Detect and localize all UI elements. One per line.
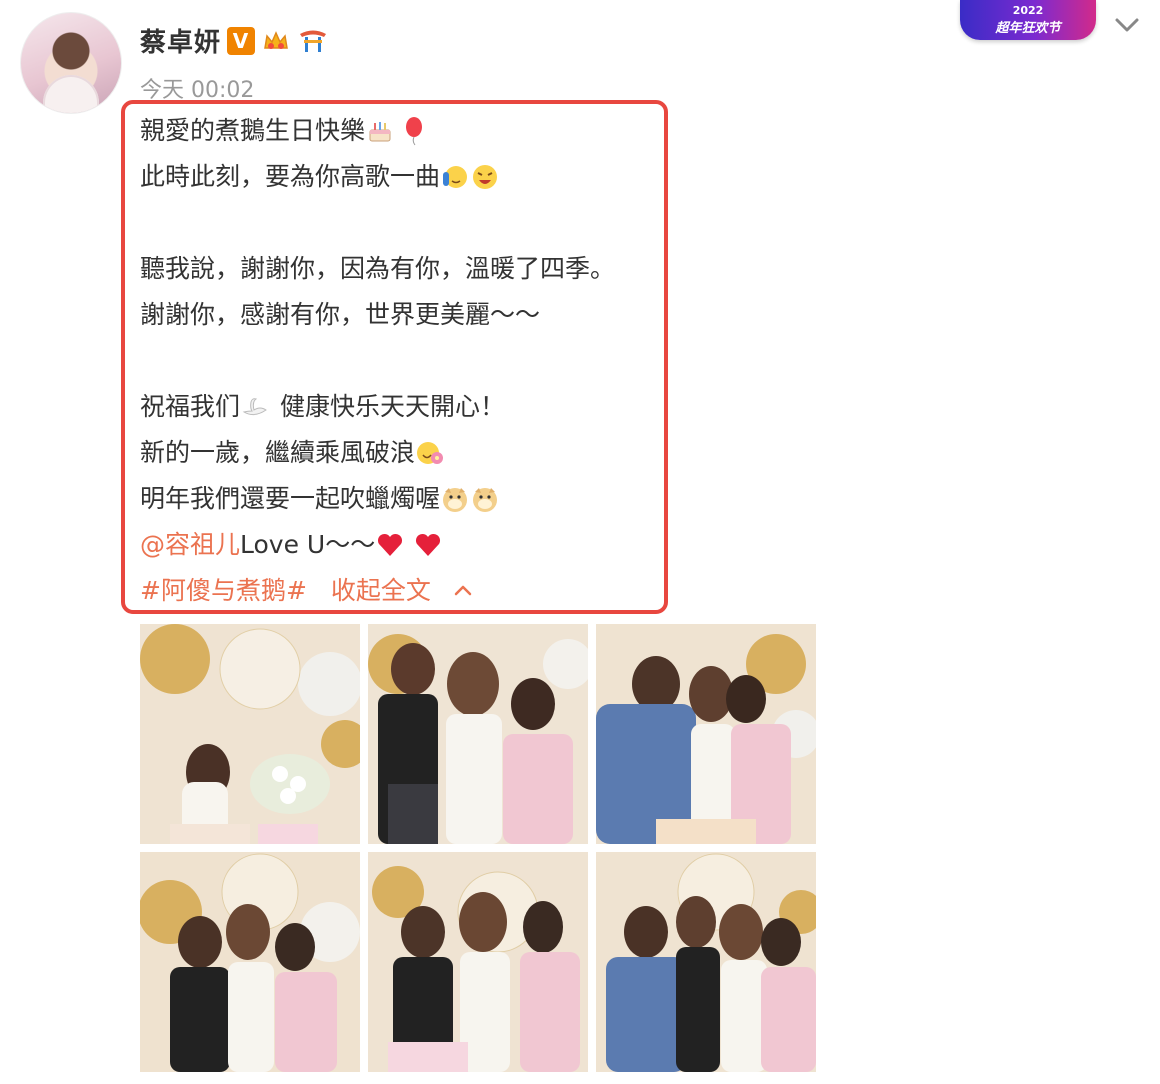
post-line-text: 此時此刻，要為你高歌一曲 — [140, 162, 441, 191]
swan-icon — [242, 398, 267, 416]
post-line: @容祖儿 Love U～～ — [140, 522, 680, 568]
doge-icon — [473, 488, 498, 512]
tag-row: #阿傻与煮鹅# 收起全文 — [140, 568, 680, 614]
photo-thumbnail[interactable] — [140, 852, 360, 1072]
gate-badge-icon — [297, 27, 329, 55]
post-line: 此時此刻，要為你高歌一曲 — [140, 154, 680, 200]
promo-name: 超年狂欢节 — [995, 21, 1061, 36]
photo-thumbnail[interactable] — [140, 624, 360, 844]
singing-icon — [443, 166, 468, 188]
crown-badge-icon — [261, 27, 291, 55]
doge-icon — [443, 488, 468, 512]
post-line: 新的一歲，繼續乘風破浪 — [140, 430, 680, 476]
user-name[interactable]: 蔡卓妍 — [140, 22, 221, 59]
cake-icon — [369, 122, 391, 142]
post-line: 祝福我们 健康快乐天天開心！ — [140, 384, 680, 430]
post-line: 明年我們還要一起吹蠟燭喔 — [140, 476, 680, 522]
photo-grid — [140, 624, 816, 1072]
heart-icon — [416, 533, 441, 556]
user-name-row: 蔡卓妍 V — [140, 22, 329, 59]
post-line: 聽我說，謝謝你，因為有你，溫暖了四季。 — [140, 246, 680, 292]
post-line: 親愛的煮鵝生日快樂 — [140, 108, 680, 154]
chevron-up-icon[interactable] — [451, 579, 475, 603]
mention-suffix: Love U～～ — [240, 530, 376, 559]
post-line-text: 新的一歲，繼續乘風破浪 — [140, 438, 416, 467]
photo-thumbnail[interactable] — [596, 624, 816, 844]
hashtag-link[interactable]: #阿傻与煮鹅# — [140, 568, 307, 614]
promo-badge[interactable]: 2022 超年狂欢节 — [960, 0, 1096, 40]
verified-icon: V — [227, 26, 256, 55]
post-line-text: 親愛的煮鵝生日快樂 — [140, 116, 366, 145]
post-text: 親愛的煮鵝生日快樂 此時此刻，要為你高歌一曲 聽我說，謝謝你，因為有你，溫暖了四… — [140, 108, 680, 614]
balloon-icon — [406, 117, 423, 146]
promo-year: 2022 — [1012, 4, 1044, 17]
photo-thumbnail[interactable] — [368, 624, 588, 844]
chevron-down-icon[interactable] — [1112, 10, 1142, 40]
post-line-text: 謝謝你，感謝有你，世界更美麗～～ — [140, 300, 541, 329]
collapse-button[interactable]: 收起全文 — [331, 568, 431, 614]
post-line-text: 祝福我们 — [140, 392, 241, 421]
post-line-text: 聽我說，謝謝你，因為有你，溫暖了四季。 — [140, 254, 616, 283]
post-line: 謝謝你，感謝有你，世界更美麗～～ — [140, 292, 680, 338]
flower-face-icon — [417, 442, 444, 464]
post-line-text: 明年我們還要一起吹蠟燭喔 — [140, 484, 441, 513]
heart-icon — [378, 533, 403, 556]
photo-thumbnail[interactable] — [368, 852, 588, 1072]
laughing-icon — [473, 165, 498, 189]
photo-thumbnail[interactable] — [596, 852, 816, 1072]
avatar[interactable] — [20, 12, 122, 114]
post-line-text: 健康快乐天天開心！ — [280, 392, 506, 421]
mention-link[interactable]: @容祖儿 — [140, 522, 240, 568]
